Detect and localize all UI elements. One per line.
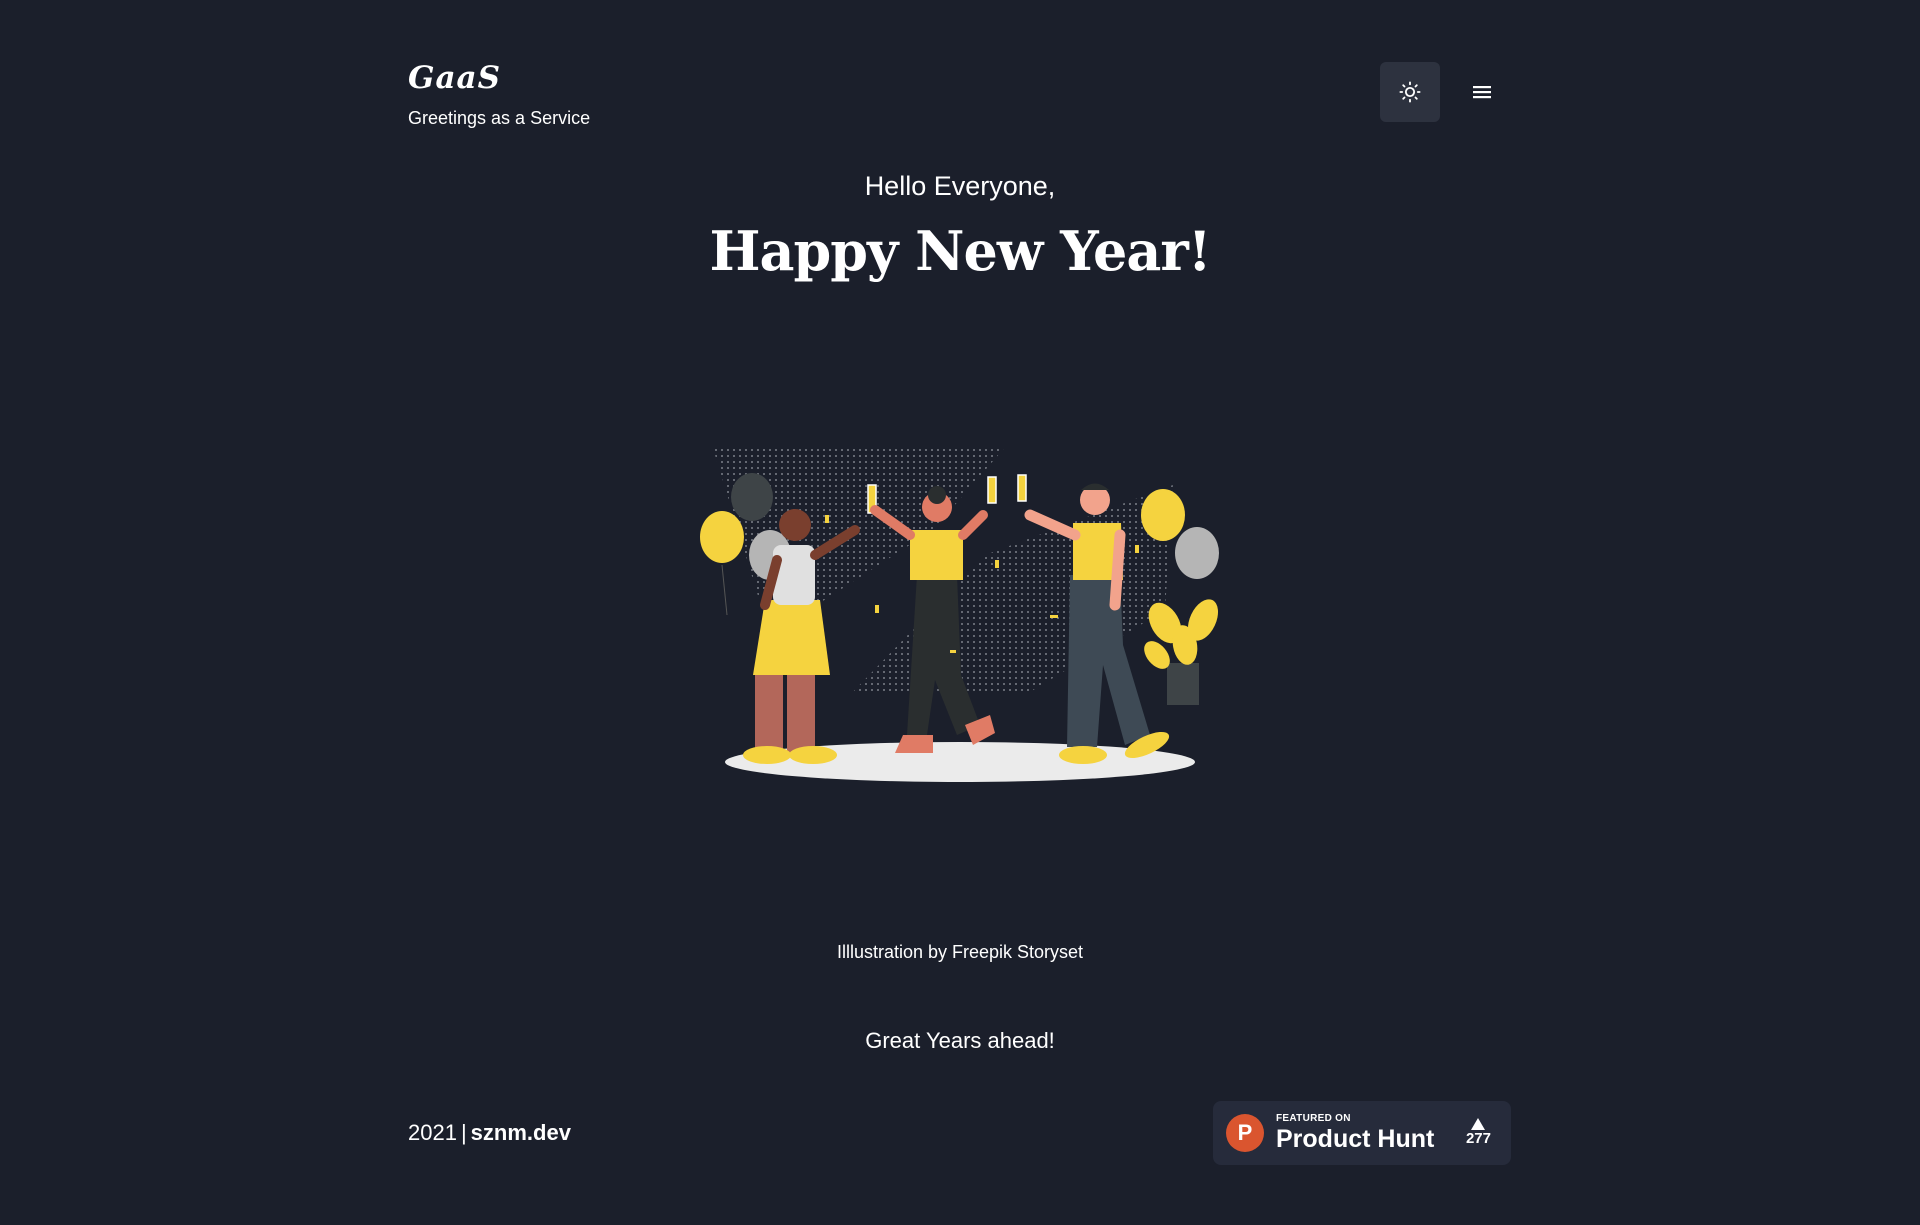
upvote-triangle-icon — [1471, 1118, 1486, 1130]
tagline: Greetings as a Service — [408, 108, 591, 128]
menu-button[interactable] — [1466, 72, 1498, 112]
theme-toggle-button[interactable] — [1380, 62, 1440, 122]
product-hunt-featured-label: FEATURED ON — [1276, 1113, 1351, 1124]
potted-plant — [1144, 599, 1219, 705]
sun-icon — [1399, 81, 1421, 103]
product-hunt-badge[interactable]: P FEATURED ON Product Hunt 277 — [1213, 1101, 1511, 1165]
illustration-credit[interactable]: Illlustration by Freepik Storyset — [0, 940, 1920, 964]
greeting: Hello Everyone, — [864, 171, 1056, 201]
page-title: Happy New Year! — [709, 219, 1211, 283]
product-hunt-votes: 277 — [1466, 1118, 1491, 1148]
footer-year: 2021 — [408, 1120, 457, 1145]
product-hunt-logo-icon: P — [1226, 1114, 1264, 1152]
celebration-illustration — [700, 445, 1219, 782]
footer-copyright: 2021 | sznm.dev — [408, 1118, 571, 1148]
sub-greeting: Great Years ahead! — [865, 1028, 1055, 1053]
product-hunt-name: Product Hunt — [1276, 1125, 1435, 1153]
product-hunt-vote-count: 277 — [1465, 1130, 1491, 1147]
footer-separator: | — [460, 1120, 467, 1145]
product-hunt-text: FEATURED ON Product Hunt — [1276, 1113, 1434, 1153]
page: GaaS Greetings as a Service Hello Everyo… — [0, 0, 1920, 1225]
footer-site-link[interactable]: sznm.dev — [471, 1120, 571, 1145]
logo[interactable]: GaaS — [408, 58, 590, 98]
brand: GaaS Greetings as a Service — [408, 58, 590, 130]
product-hunt-logo-letter: P — [1237, 1120, 1253, 1145]
hamburger-menu-icon — [1473, 86, 1491, 99]
